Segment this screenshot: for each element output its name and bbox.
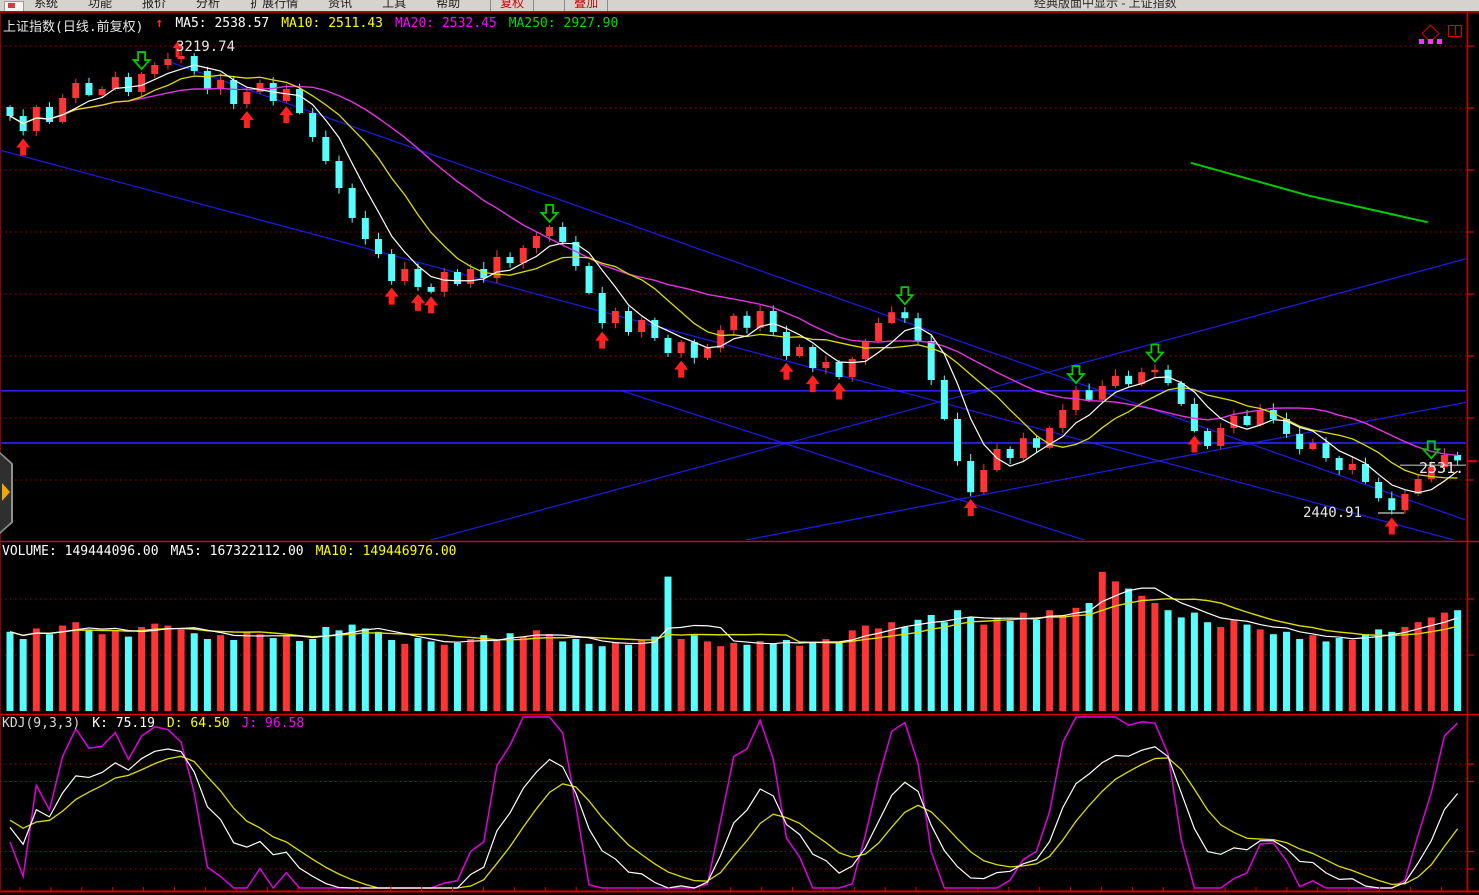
ma-label: MA20: 2532.45 xyxy=(395,16,497,35)
menubar: 系统 功能 报价 分析 扩展行情 资讯 工具 帮助 复权 叠加 经典版面中显示 - 上证指数 xyxy=(0,0,1479,12)
kdj-label: K: 75.19 xyxy=(92,716,155,731)
menu-item-7[interactable]: 帮助 xyxy=(436,0,460,11)
kdj-label: D: 64.50 xyxy=(167,716,230,731)
main-title-row: 上证指数(日线.前复权) ↑ MA5: 2538.57 MA10: 2511.43… xyxy=(3,16,618,35)
menu-button-1[interactable]: 叠加 xyxy=(564,0,608,11)
last-price-label: 2531. xyxy=(1419,459,1464,477)
dots-menu-icon[interactable] xyxy=(1419,39,1445,44)
volume-label: MA10: 149446976.00 xyxy=(316,544,457,559)
charts-canvas[interactable] xyxy=(0,0,1479,895)
ma-label: MA5: 2538.57 xyxy=(175,16,269,35)
volume-label: VOLUME: 149444096.00 xyxy=(2,544,159,559)
menu-items: 系统 功能 报价 分析 扩展行情 资讯 工具 帮助 复权 叠加 xyxy=(34,0,608,11)
low-price-label: 2440.91 xyxy=(1303,505,1362,521)
ma-label: MA250: 2927.90 xyxy=(509,16,619,35)
menu-item-5[interactable]: 资讯 xyxy=(328,0,352,11)
arrow-right-icon xyxy=(2,483,10,501)
split-window-icon[interactable] xyxy=(1448,25,1462,37)
app-icon[interactable] xyxy=(4,1,24,12)
kdj-label: KDJ(9,3,3) xyxy=(2,716,80,731)
high-price-label: 3219.74 xyxy=(176,39,235,55)
app-window: 系统 功能 报价 分析 扩展行情 资讯 工具 帮助 复权 叠加 经典版面中显示 - 上证指数 上证… xyxy=(0,0,1479,895)
volume-title-row: VOLUME: 149444096.00 MA5: 167322112.00 MA1… xyxy=(2,544,457,559)
menu-item-6[interactable]: 工具 xyxy=(382,0,406,11)
menu-button-0[interactable]: 复权 xyxy=(490,0,534,11)
volume-label: MA5: 167322112.00 xyxy=(171,544,304,559)
kdj-label: J: 96.58 xyxy=(242,716,305,731)
menu-item-2[interactable]: 报价 xyxy=(142,0,166,11)
window-mode-label: 经典版面中显示 - 上证指数 xyxy=(1034,0,1177,11)
chart-title: 上证指数(日线.前复权) xyxy=(3,16,143,35)
menu-item-1[interactable]: 功能 xyxy=(88,0,112,11)
menu-item-3[interactable]: 分析 xyxy=(196,0,220,11)
price-up-arrow-icon: ↑ xyxy=(155,16,163,35)
menu-item-4[interactable]: 扩展行情 xyxy=(250,0,298,11)
ma-label: MA10: 2511.43 xyxy=(281,16,383,35)
kdj-title-row: KDJ(9,3,3) K: 75.19 D: 64.50 J: 96.58 xyxy=(2,716,304,731)
menu-item-0[interactable]: 系统 xyxy=(34,0,58,11)
left-panel-toggle[interactable] xyxy=(0,452,13,534)
